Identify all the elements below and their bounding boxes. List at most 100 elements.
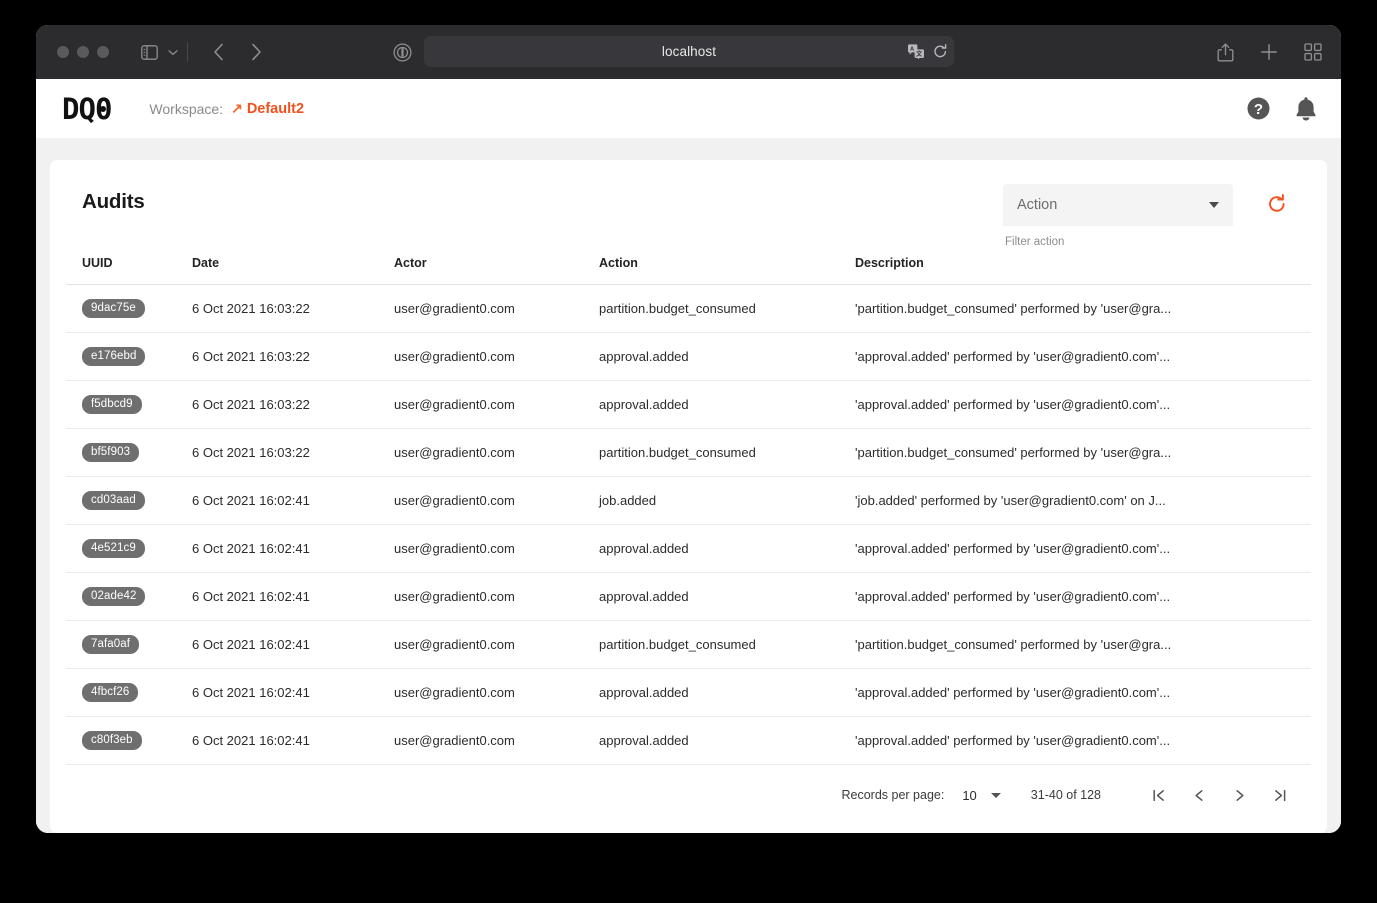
cell-actor: user@gradient0.com <box>388 332 593 381</box>
cell-uuid: f5dbcd9 <box>66 380 186 429</box>
workspace-name[interactable]: Default2 <box>247 101 304 117</box>
toolbar-right-actions <box>1211 25 1327 79</box>
table-row[interactable]: bf5f903 6 Oct 2021 16:03:22 user@gradient0… <box>66 428 1311 477</box>
table-row[interactable]: 7afa0af 6 Oct 2021 16:02:41 user@gradient0… <box>66 620 1311 669</box>
uuid-badge[interactable]: 9dac75e <box>82 299 145 318</box>
url-bar[interactable]: localhost A 文 <box>424 36 954 67</box>
uuid-badge[interactable]: 7afa0af <box>82 635 140 654</box>
cell-action: approval.added <box>593 380 849 429</box>
column-header-actor: Actor <box>388 248 593 285</box>
audits-table: UUID Date Actor Action Description 9dac7… <box>66 248 1311 765</box>
refresh-button[interactable] <box>1263 190 1291 218</box>
uuid-badge[interactable]: bf5f903 <box>82 443 140 462</box>
cell-description: 'job.added' performed by 'user@gradient0… <box>849 476 1311 525</box>
share-icon[interactable] <box>1211 38 1239 66</box>
plus-icon[interactable] <box>1255 38 1283 66</box>
app-logo[interactable]: DQ0 <box>62 91 112 126</box>
app-header: DQ0 Workspace: ↗ Default2 ? <box>36 79 1341 138</box>
cell-action: partition.budget_consumed <box>593 620 849 669</box>
cell-actor: user@gradient0.com <box>388 428 593 477</box>
maximize-button[interactable] <box>97 46 109 58</box>
svg-text:A: A <box>910 47 914 53</box>
cell-action: approval.added <box>593 716 849 765</box>
action-filter-select[interactable]: Action <box>1003 184 1233 226</box>
table-row[interactable]: cd03aad 6 Oct 2021 16:02:41 user@gradient0… <box>66 476 1311 525</box>
forward-arrow-icon[interactable] <box>242 38 270 66</box>
records-per-page-value: 10 <box>962 787 977 803</box>
table-row[interactable]: e176ebd 6 Oct 2021 16:03:22 user@gradient0… <box>66 332 1311 381</box>
uuid-badge[interactable]: 4fbcf26 <box>82 683 139 702</box>
help-circle-icon[interactable]: ? <box>1246 96 1271 121</box>
cell-date: 6 Oct 2021 16:03:22 <box>186 428 388 477</box>
cell-description: 'approval.added' performed by 'user@grad… <box>849 572 1311 621</box>
cell-actor: user@gradient0.com <box>388 620 593 669</box>
cell-uuid: 4e521c9 <box>66 524 186 573</box>
records-per-page-label: Records per page: <box>841 788 945 802</box>
minimize-button[interactable] <box>77 46 89 58</box>
audits-table-body: 9dac75e 6 Oct 2021 16:03:22 user@gradient0… <box>66 284 1311 765</box>
window-traffic-lights <box>57 46 109 58</box>
uuid-badge[interactable]: cd03aad <box>82 491 145 510</box>
table-header-row: UUID Date Actor Action Description <box>66 248 1311 285</box>
column-header-uuid: UUID <box>66 248 186 285</box>
reload-icon[interactable] <box>933 43 948 60</box>
cell-uuid: 02ade42 <box>66 572 186 621</box>
cell-uuid: e176ebd <box>66 332 186 381</box>
cell-date: 6 Oct 2021 16:02:41 <box>186 716 388 765</box>
chevron-down-icon <box>990 792 1001 798</box>
last-page-button[interactable] <box>1265 781 1293 809</box>
cell-actor: user@gradient0.com <box>388 524 593 573</box>
next-page-button[interactable] <box>1225 781 1253 809</box>
uuid-badge[interactable]: f5dbcd9 <box>82 395 142 414</box>
back-arrow-icon[interactable] <box>204 38 232 66</box>
tab-overview-icon[interactable] <box>1299 38 1327 66</box>
toolbar-divider <box>187 42 188 62</box>
chevron-down-icon <box>1209 202 1219 208</box>
uuid-badge[interactable]: c80f3eb <box>82 731 142 750</box>
cell-actor: user@gradient0.com <box>388 476 593 525</box>
cell-uuid: bf5f903 <box>66 428 186 477</box>
first-page-button[interactable] <box>1145 781 1173 809</box>
table-row[interactable]: f5dbcd9 6 Oct 2021 16:03:22 user@gradient0… <box>66 380 1311 429</box>
reader-mode-icon[interactable] <box>388 38 416 66</box>
audits-table-head: UUID Date Actor Action Description <box>66 248 1311 285</box>
cell-action: partition.budget_consumed <box>593 428 849 477</box>
uuid-badge[interactable]: e176ebd <box>82 347 146 366</box>
close-button[interactable] <box>57 46 69 58</box>
audits-card: Audits Action Filter action UUID Date Ac… <box>50 160 1327 833</box>
table-row[interactable]: c80f3eb 6 Oct 2021 16:02:41 user@gradient0… <box>66 716 1311 765</box>
translate-icon[interactable]: A 文 <box>907 44 925 59</box>
records-per-page-select[interactable]: 10 <box>962 787 1001 803</box>
table-row[interactable]: 4fbcf26 6 Oct 2021 16:02:41 user@gradient0… <box>66 668 1311 717</box>
cell-action: approval.added <box>593 524 849 573</box>
table-row[interactable]: 9dac75e 6 Oct 2021 16:03:22 user@gradient0… <box>66 284 1311 333</box>
notification-bell-icon[interactable] <box>1293 95 1319 122</box>
logo-letter-zero: 0 <box>94 91 112 126</box>
previous-page-button[interactable] <box>1185 781 1213 809</box>
cell-action: approval.added <box>593 572 849 621</box>
svg-text:文: 文 <box>915 50 923 58</box>
pagination-range: 31-40 of 128 <box>1030 788 1101 802</box>
pagination-buttons <box>1145 781 1293 809</box>
sidebar-chevron-down-icon[interactable] <box>165 38 181 66</box>
cell-date: 6 Oct 2021 16:02:41 <box>186 524 388 573</box>
header-actions: ? <box>1246 79 1319 138</box>
cell-date: 6 Oct 2021 16:03:22 <box>186 284 388 333</box>
svg-text:?: ? <box>1254 101 1263 118</box>
workspace-selector[interactable]: Workspace: ↗ Default2 <box>149 100 304 117</box>
uuid-badge[interactable]: 4e521c9 <box>82 539 145 558</box>
url-bar-actions: A 文 <box>907 43 948 60</box>
page-body: Audits Action Filter action UUID Date Ac… <box>36 138 1341 833</box>
table-row[interactable]: 4e521c9 6 Oct 2021 16:02:41 user@gradient0… <box>66 524 1311 573</box>
cell-date: 6 Oct 2021 16:02:41 <box>186 620 388 669</box>
cell-description: 'approval.added' performed by 'user@grad… <box>849 524 1311 573</box>
sidebar-toggle-icon[interactable] <box>135 38 163 66</box>
workspace-label: Workspace: <box>149 100 224 117</box>
cell-description: 'partition.budget_consumed' performed by… <box>849 620 1311 669</box>
uuid-badge[interactable]: 02ade42 <box>82 587 146 606</box>
cell-date: 6 Oct 2021 16:03:22 <box>186 380 388 429</box>
cell-date: 6 Oct 2021 16:03:22 <box>186 332 388 381</box>
table-row[interactable]: 02ade42 6 Oct 2021 16:02:41 user@gradient0… <box>66 572 1311 621</box>
cell-uuid: 4fbcf26 <box>66 668 186 717</box>
cell-action: approval.added <box>593 332 849 381</box>
